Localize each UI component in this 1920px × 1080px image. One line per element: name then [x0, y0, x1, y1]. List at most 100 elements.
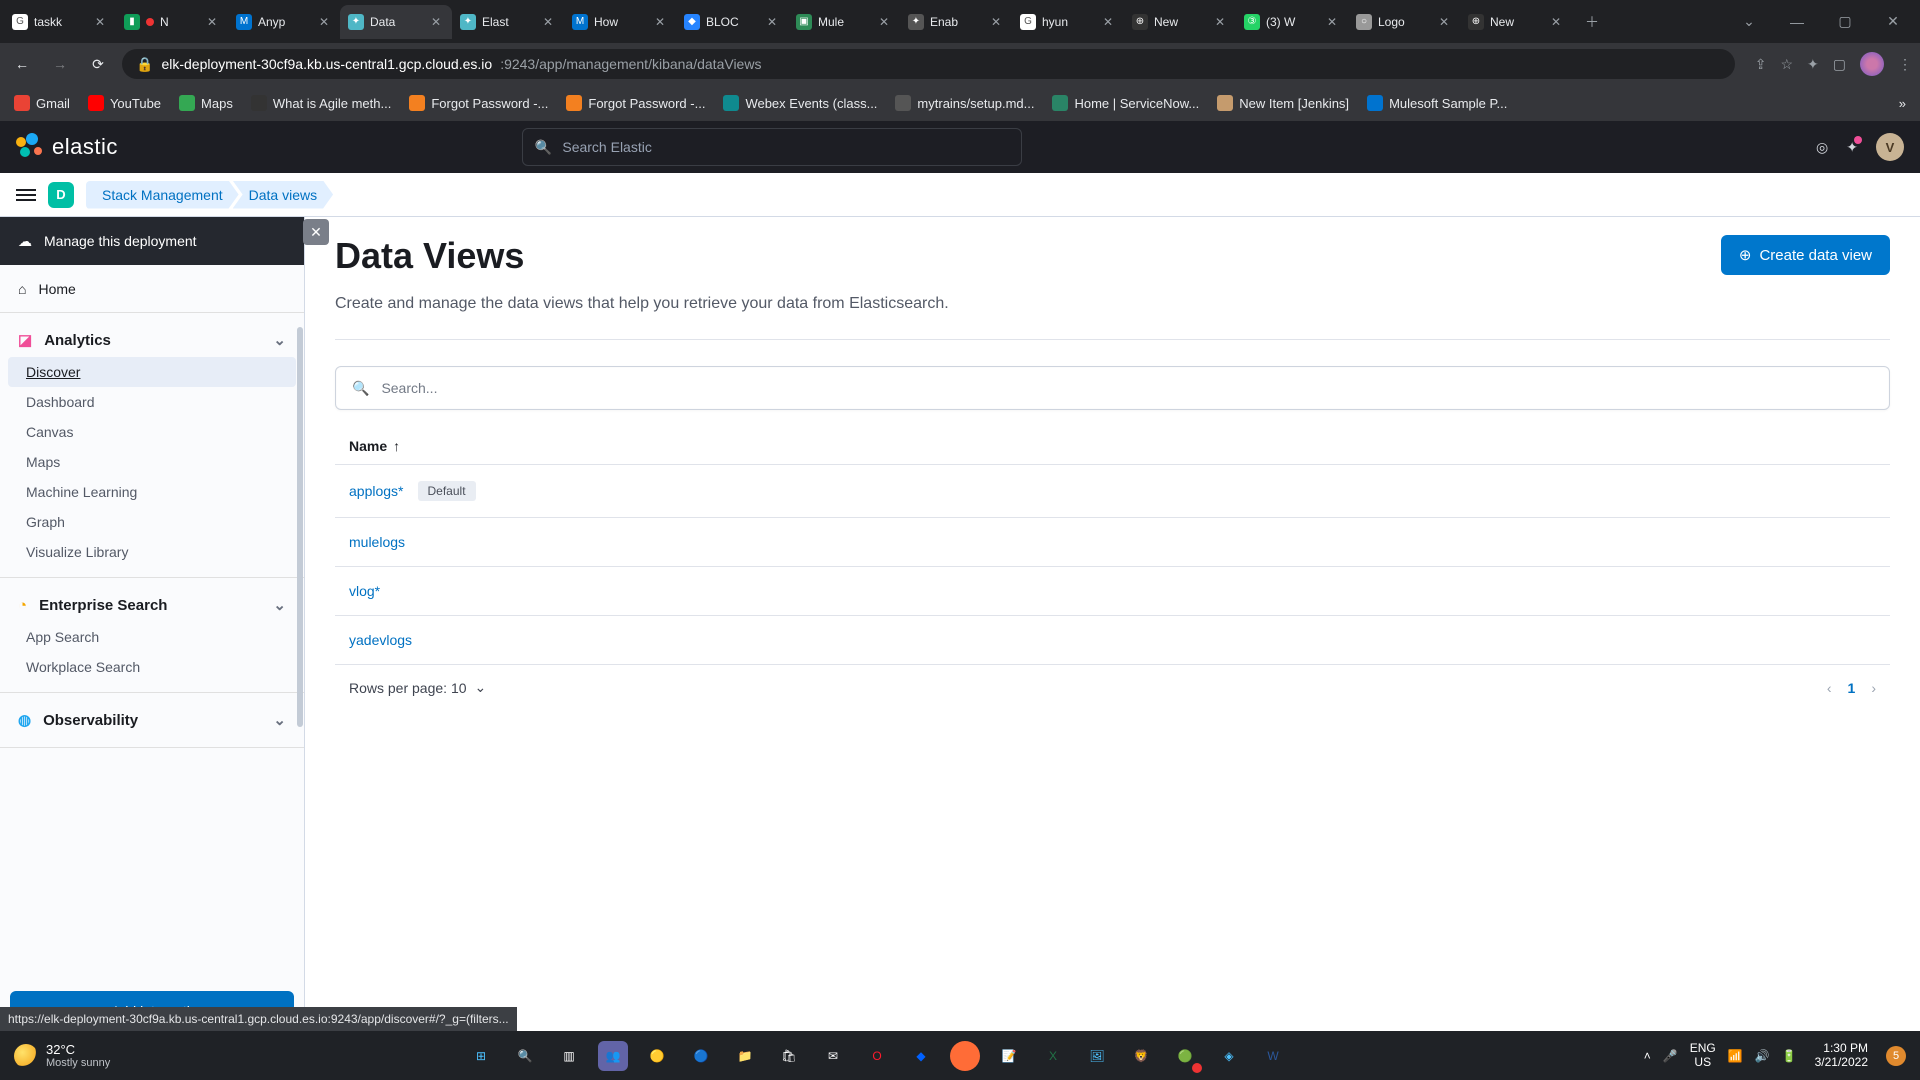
- extensions-icon[interactable]: ✦: [1807, 56, 1819, 73]
- microphone-icon[interactable]: 🎤: [1663, 1049, 1678, 1063]
- bookmark-item[interactable]: Forgot Password -...: [566, 95, 705, 111]
- browser-tab[interactable]: Gtaskk✕: [4, 5, 116, 39]
- current-page[interactable]: 1: [1848, 680, 1856, 696]
- search-button[interactable]: 🔍: [510, 1041, 540, 1071]
- wifi-icon[interactable]: 📶: [1728, 1049, 1743, 1063]
- data-view-search-input[interactable]: 🔍 Search...: [335, 366, 1890, 410]
- new-tab-button[interactable]: ＋: [1578, 8, 1606, 36]
- tab-close-icon[interactable]: ✕: [876, 15, 892, 29]
- nav-forward-button[interactable]: →: [46, 50, 74, 78]
- app-brave-icon[interactable]: 🦁: [1126, 1041, 1156, 1071]
- app-teams-icon[interactable]: 👥: [598, 1041, 628, 1071]
- app-generic-icon[interactable]: ◈: [1214, 1041, 1244, 1071]
- tab-close-icon[interactable]: ✕: [1324, 15, 1340, 29]
- user-avatar[interactable]: V: [1876, 133, 1904, 161]
- browser-tab[interactable]: ✦Elast✕: [452, 5, 564, 39]
- tab-close-icon[interactable]: ✕: [1436, 15, 1452, 29]
- breadcrumb-item[interactable]: Stack Management: [86, 181, 239, 209]
- language-indicator[interactable]: ENG US: [1690, 1042, 1716, 1068]
- sidepanel-icon[interactable]: ▢: [1833, 56, 1846, 73]
- data-view-link[interactable]: applogs*: [349, 483, 404, 499]
- tab-close-icon[interactable]: ✕: [428, 15, 444, 29]
- tab-search-button[interactable]: ⌄: [1726, 5, 1772, 39]
- app-dropbox-icon[interactable]: ◆: [906, 1041, 936, 1071]
- bookmark-item[interactable]: Forgot Password -...: [409, 95, 548, 111]
- nav-toggle-button[interactable]: [16, 189, 36, 201]
- sidebar-item[interactable]: Discover: [8, 357, 296, 387]
- create-data-view-button[interactable]: ⊕ Create data view: [1721, 235, 1890, 275]
- nav-reload-button[interactable]: ⟳: [84, 50, 112, 78]
- manage-deployment-link[interactable]: ☁ Manage this deployment: [0, 217, 304, 265]
- browser-tab[interactable]: ③(3) W✕: [1236, 5, 1348, 39]
- sidebar-item[interactable]: App Search: [8, 622, 296, 652]
- app-postman-icon[interactable]: [950, 1041, 980, 1071]
- tab-close-icon[interactable]: ✕: [1100, 15, 1116, 29]
- bookmark-item[interactable]: Home | ServiceNow...: [1052, 95, 1199, 111]
- tab-close-icon[interactable]: ✕: [540, 15, 556, 29]
- sidebar-home[interactable]: ⌂ Home: [0, 265, 304, 313]
- bookmarks-overflow-button[interactable]: »: [1899, 96, 1906, 111]
- elastic-logo[interactable]: elastic: [16, 133, 118, 161]
- bookmark-item[interactable]: Maps: [179, 95, 233, 111]
- browser-tab[interactable]: ◆BLOC✕: [676, 5, 788, 39]
- browser-tab[interactable]: MHow✕: [564, 5, 676, 39]
- app-explorer-icon[interactable]: 📁: [730, 1041, 760, 1071]
- profile-avatar-icon[interactable]: [1860, 52, 1884, 76]
- battery-icon[interactable]: 🔋: [1782, 1049, 1797, 1063]
- sidebar-item[interactable]: Visualize Library: [8, 537, 296, 567]
- browser-tab[interactable]: ○Logo✕: [1348, 5, 1460, 39]
- window-minimize-button[interactable]: ―: [1774, 5, 1820, 39]
- next-page-button[interactable]: ›: [1871, 680, 1876, 696]
- collapse-sidebar-button[interactable]: ✕: [303, 219, 329, 245]
- sidebar-item[interactable]: Workplace Search: [8, 652, 296, 682]
- app-store-icon[interactable]: 🛍: [774, 1041, 804, 1071]
- breadcrumb-item[interactable]: Data views: [233, 181, 333, 209]
- tab-close-icon[interactable]: ✕: [764, 15, 780, 29]
- sidebar-item[interactable]: Machine Learning: [8, 477, 296, 507]
- browser-tab[interactable]: ✦Enab✕: [900, 5, 1012, 39]
- table-header-name[interactable]: Name ↑: [335, 428, 1890, 465]
- bookmark-item[interactable]: Webex Events (class...: [723, 95, 877, 111]
- tray-overflow-icon[interactable]: ˄: [1644, 1049, 1651, 1063]
- tab-close-icon[interactable]: ✕: [1212, 15, 1228, 29]
- global-search-input[interactable]: 🔍 Search Elastic: [522, 128, 1022, 166]
- app-mail-icon[interactable]: ✉: [818, 1041, 848, 1071]
- chrome-menu-icon[interactable]: ⋮: [1898, 56, 1912, 73]
- bookmark-item[interactable]: Mulesoft Sample P...: [1367, 95, 1507, 111]
- browser-tab[interactable]: ▮N✕: [116, 5, 228, 39]
- app-obs-icon[interactable]: 🟢: [1170, 1041, 1200, 1071]
- app-word-icon[interactable]: W: [1258, 1041, 1288, 1071]
- app-edge-icon[interactable]: 🔵: [686, 1041, 716, 1071]
- bookmark-item[interactable]: mytrains/setup.md...: [895, 95, 1034, 111]
- start-button[interactable]: ⊞: [466, 1041, 496, 1071]
- bookmark-item[interactable]: YouTube: [88, 95, 161, 111]
- window-maximize-button[interactable]: ▢: [1822, 5, 1868, 39]
- space-selector[interactable]: D: [48, 182, 74, 208]
- tab-close-icon[interactable]: ✕: [316, 15, 332, 29]
- help-icon[interactable]: ◎: [1816, 139, 1828, 156]
- sidebar-group-header[interactable]: ◔Enterprise Search⌄: [0, 588, 304, 622]
- bookmark-item[interactable]: What is Agile meth...: [251, 95, 392, 111]
- sidebar-item[interactable]: Maps: [8, 447, 296, 477]
- sidebar-item[interactable]: Dashboard: [8, 387, 296, 417]
- data-view-link[interactable]: yadevlogs: [349, 632, 412, 648]
- bookmark-star-icon[interactable]: ☆: [1780, 56, 1793, 73]
- sidebar-scrollbar[interactable]: [296, 327, 304, 1031]
- app-chrome-icon[interactable]: 🟡: [642, 1041, 672, 1071]
- volume-icon[interactable]: 🔊: [1755, 1049, 1770, 1063]
- browser-tab[interactable]: Ghyun✕: [1012, 5, 1124, 39]
- browser-tab[interactable]: MAnyp✕: [228, 5, 340, 39]
- task-view-button[interactable]: ▥: [554, 1041, 584, 1071]
- browser-tab[interactable]: ✦Data✕: [340, 5, 452, 39]
- bookmark-item[interactable]: New Item [Jenkins]: [1217, 95, 1349, 111]
- sidebar-group-header[interactable]: ◍Observability⌄: [0, 703, 304, 737]
- notification-count[interactable]: 5: [1886, 1046, 1906, 1066]
- browser-tab[interactable]: ⊕New✕: [1124, 5, 1236, 39]
- nav-back-button[interactable]: ←: [8, 50, 36, 78]
- window-close-button[interactable]: ✕: [1870, 5, 1916, 39]
- clock[interactable]: 1:30 PM 3/21/2022: [1815, 1042, 1868, 1068]
- app-opera-icon[interactable]: O: [862, 1041, 892, 1071]
- tab-close-icon[interactable]: ✕: [204, 15, 220, 29]
- rows-per-page-select[interactable]: Rows per page: 10 ⌄: [349, 679, 486, 696]
- bookmark-item[interactable]: Gmail: [14, 95, 70, 111]
